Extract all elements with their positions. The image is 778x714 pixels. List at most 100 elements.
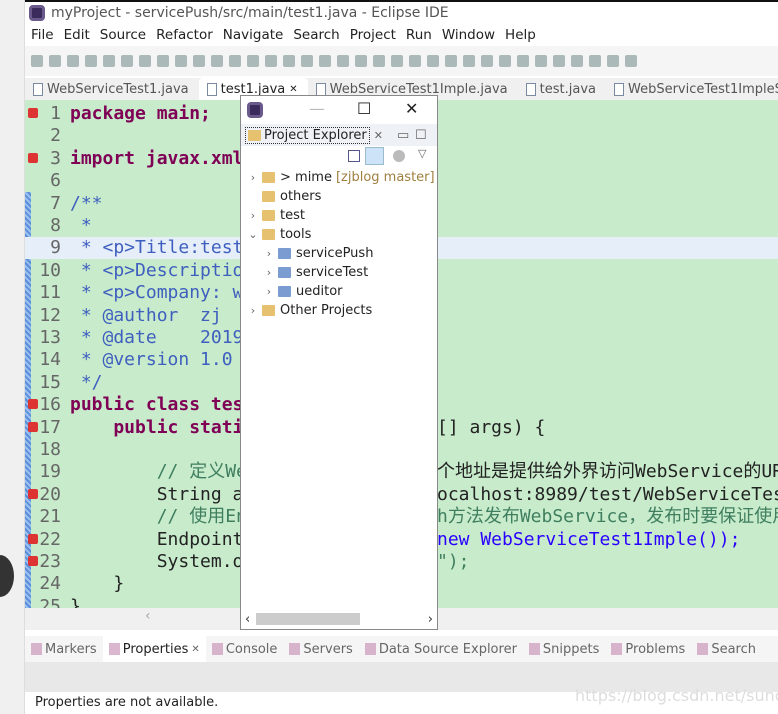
editor-tab[interactable]: WebServiceTest1ImpleSer [606,78,778,100]
tree-item[interactable]: › > mime [zjblog master] [241,168,437,187]
menu-edit[interactable]: Edit [64,27,90,43]
toolbar-button-icon[interactable] [607,55,619,67]
expander-icon[interactable]: › [263,247,275,260]
view-menu-icon[interactable]: ▽ [418,147,426,160]
scroll-left-icon[interactable]: ‹ [245,612,250,627]
tab-label: Servers [303,641,353,657]
java-file-icon [525,82,536,96]
filter-icon[interactable] [393,150,405,162]
toolbar-button-icon[interactable] [49,55,61,67]
code-text: package main; [70,103,211,124]
toolbar-button-icon[interactable] [589,55,601,67]
floating-button[interactable] [0,555,14,597]
popup-hscroll[interactable]: ‹ › [245,611,433,627]
toolbar-button-icon[interactable] [139,55,151,67]
tab-markers[interactable]: Markers [25,636,103,662]
menu-project[interactable]: Project [350,27,396,43]
toolbar-button-icon[interactable] [391,55,403,67]
toolbar-button-icon[interactable] [193,55,205,67]
tree-item[interactable]: › servicePush [241,244,437,263]
toolbar-button-icon[interactable] [499,55,511,67]
toolbar-button-icon[interactable] [427,55,439,67]
tree-item[interactable]: › Other Projects [241,301,437,320]
scroll-thumb[interactable] [256,613,361,625]
editor-tab[interactable]: test.java [518,78,606,100]
toolbar-button-icon[interactable] [157,55,169,67]
toolbar-button-icon[interactable] [211,55,223,67]
toolbar-button-icon[interactable] [247,55,259,67]
toolbar-button-icon[interactable] [67,55,79,67]
tab-snippets[interactable]: Snippets [523,636,605,662]
tab-console[interactable]: Console [206,636,284,662]
tab-search[interactable]: Search [691,636,762,662]
menu-file[interactable]: File [31,27,54,43]
expander-icon[interactable]: ⌄ [247,228,259,241]
expander-icon[interactable]: › [263,285,275,298]
toolbar-button-icon[interactable] [373,55,385,67]
toolbar-button-icon[interactable] [355,55,367,67]
toolbar-button-icon[interactable] [463,55,475,67]
folder-icon [248,129,261,141]
close-button[interactable]: ✕ [405,99,418,118]
toolbar-button-icon[interactable] [175,55,187,67]
menu-refactor[interactable]: Refactor [156,27,213,43]
toolbar-button-icon[interactable] [445,55,457,67]
toolbar-button-icon[interactable] [103,55,115,67]
tree-item[interactable]: › ueditor [241,282,437,301]
code-text: } [70,573,125,595]
tab-label: Properties [122,641,189,657]
toolbar-button-icon[interactable] [283,55,295,67]
scroll-right-icon[interactable]: › [428,612,433,627]
code-text-right: h方法发布WebService，发布时要保证使用的 [437,506,778,528]
toolbar-button-icon[interactable] [409,55,421,67]
menu-run[interactable]: Run [406,27,432,43]
expander-icon[interactable]: › [263,266,275,279]
toolbar-button-icon[interactable] [535,55,547,67]
toolbar-button-icon[interactable] [319,55,331,67]
java-file-icon [206,82,217,96]
maximize-view-icon[interactable]: ☐ [415,128,427,143]
tab-problems[interactable]: Problems [605,636,691,662]
expander-icon[interactable]: › [247,304,259,317]
code-text: System.o [70,551,244,572]
close-view-icon[interactable]: ✕ [374,129,383,142]
toolbar-button-icon[interactable] [229,55,241,67]
tree-item[interactable]: › test [241,206,437,225]
toolbar-button-icon[interactable] [31,55,43,67]
expander-icon[interactable]: › [247,209,259,222]
close-tab-icon[interactable]: ✕ [289,84,297,95]
menu-search[interactable]: Search [293,27,339,43]
minimize-button[interactable]: — [309,99,325,118]
menu-navigate[interactable]: Navigate [223,27,284,43]
link-with-editor-icon[interactable] [365,147,384,165]
tab-data-source-explorer[interactable]: Data Source Explorer [359,636,523,662]
close-tab-icon[interactable]: ✕ [191,644,199,655]
code-text: String a [70,483,244,505]
menu-source[interactable]: Source [100,27,146,43]
toolbar-button-icon[interactable] [265,55,277,67]
maximize-button[interactable]: ☐ [357,99,371,118]
menu-window[interactable]: Window [442,27,495,43]
tab-servers[interactable]: Servers [283,636,358,662]
menu-help[interactable]: Help [505,27,536,43]
collapse-all-icon[interactable] [348,150,360,162]
tree-item[interactable]: others [241,187,437,206]
toolbar-button-icon[interactable] [625,55,637,67]
toolbar-button-icon[interactable] [337,55,349,67]
line-number: 6 [50,170,61,192]
toolbar-button-icon[interactable] [553,55,565,67]
toolbar-button-icon[interactable] [571,55,583,67]
toolbar-button-icon[interactable] [517,55,529,67]
expander-icon[interactable]: › [247,171,259,184]
tab-project-explorer[interactable]: Project Explorer [245,126,370,144]
toolbar-button-icon[interactable] [301,55,313,67]
tree-item[interactable]: ⌄ tools [241,225,437,244]
tree-item[interactable]: › serviceTest [241,263,437,282]
toolbar-button-icon[interactable] [481,55,493,67]
toolbar-button-icon[interactable] [85,55,97,67]
toolbar-button-icon[interactable] [121,55,133,67]
tab-properties[interactable]: Properties ✕ [102,636,206,662]
minimize-view-icon[interactable]: ▭ [397,128,409,143]
editor-tab[interactable]: WebServiceTest1.java [25,78,199,100]
line-number: 23 [39,551,61,572]
